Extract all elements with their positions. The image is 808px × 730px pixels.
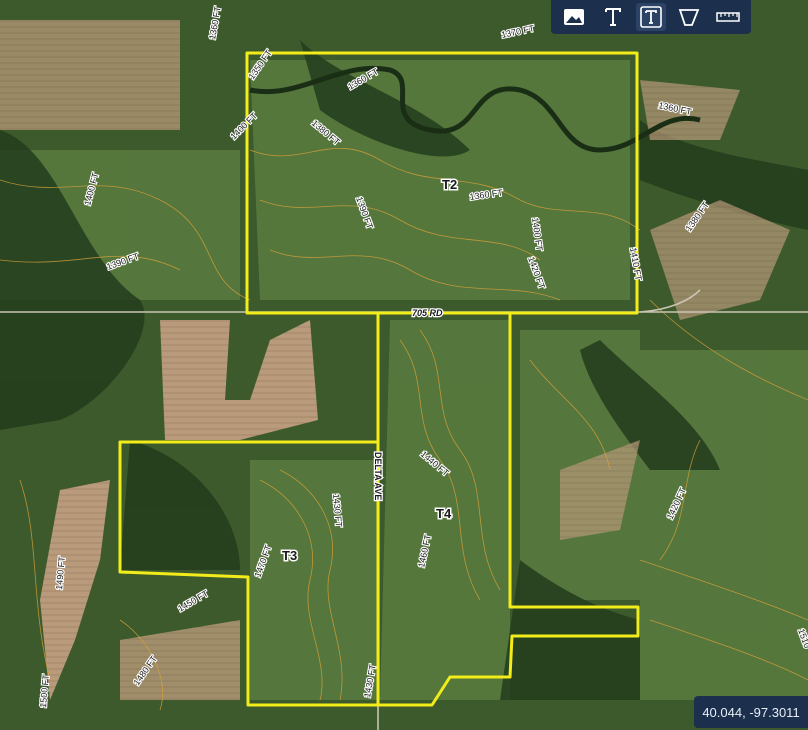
polygon-tool-button[interactable]: [674, 3, 704, 31]
text-box-tool-button[interactable]: [635, 3, 666, 31]
text-icon: [604, 8, 621, 26]
tract-label-t4: T4: [436, 506, 452, 521]
text-tool-button[interactable]: [598, 3, 628, 31]
text-box-icon: [640, 6, 662, 28]
map-toolbar: [551, 0, 751, 34]
satellite-map[interactable]: T2 T3 T4 705 RD DELTA AVE 1360 FT 1370 F…: [0, 0, 808, 730]
coordinate-readout: 40.044, -97.3011: [694, 696, 808, 728]
tract-label-t3: T3: [282, 548, 297, 563]
ruler-icon: [716, 12, 740, 22]
image-layer-button[interactable]: [559, 3, 589, 31]
image-icon: [564, 9, 585, 25]
road-label-delta: DELTA AVE: [373, 452, 383, 500]
polygon-icon: [679, 9, 700, 26]
measure-tool-button[interactable]: [713, 3, 743, 31]
tract-label-t2: T2: [442, 177, 457, 192]
road-label-705: 705 RD: [412, 308, 443, 318]
